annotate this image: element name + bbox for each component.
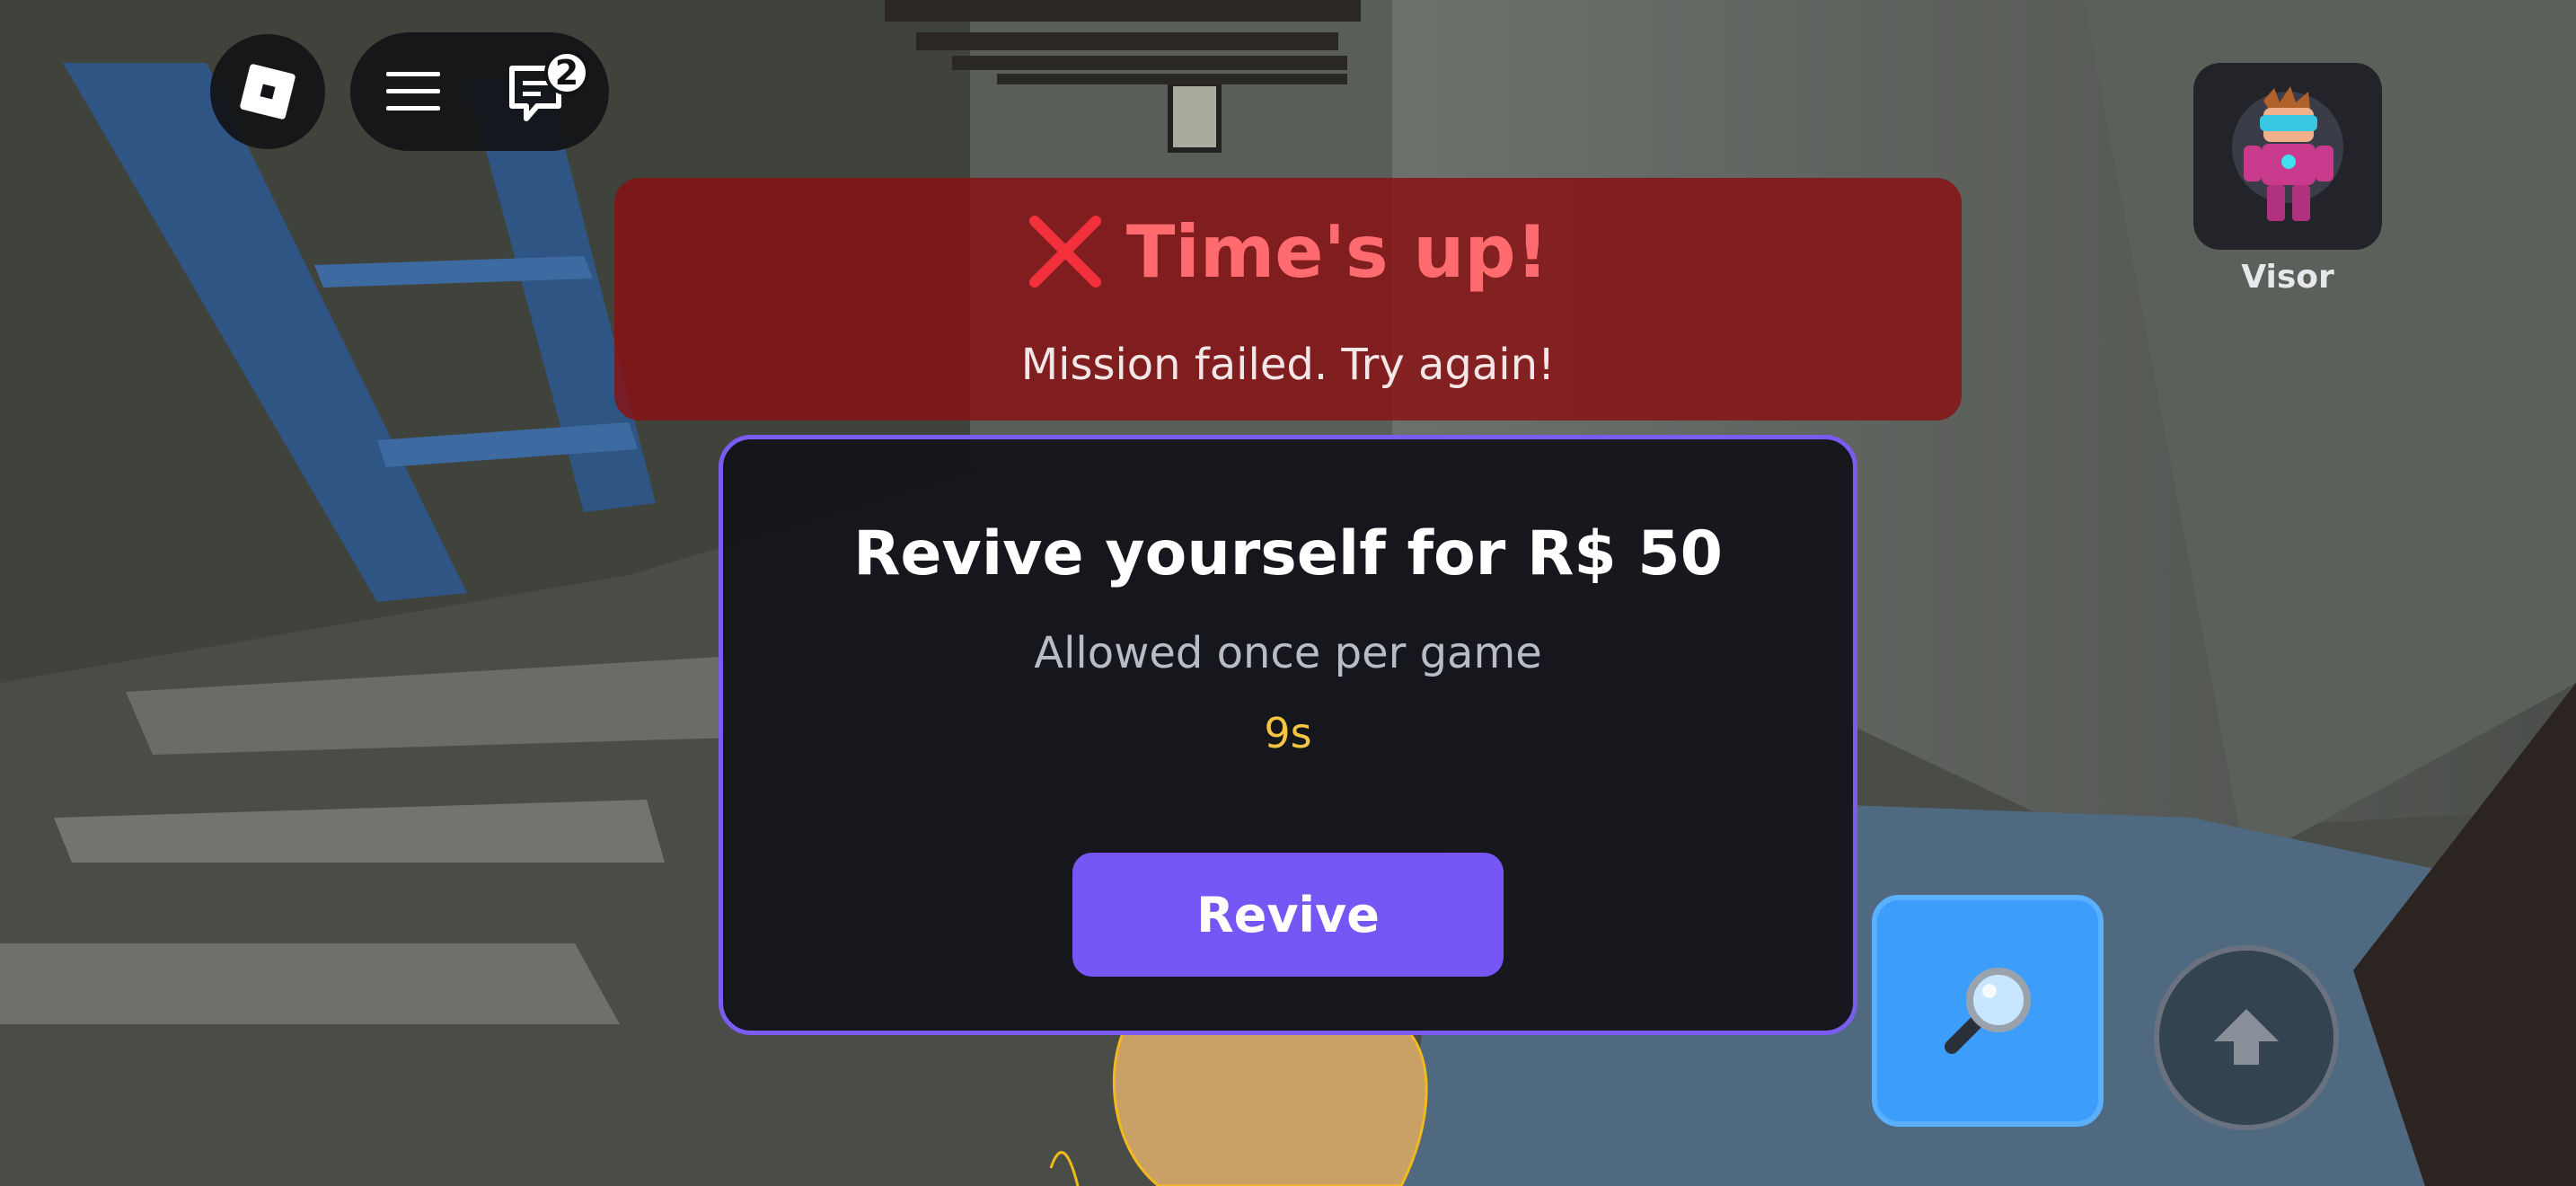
jump-button[interactable] — [2154, 945, 2339, 1130]
x-mark-icon — [1028, 216, 1101, 288]
jump-arrow-icon — [2214, 1009, 2279, 1065]
revive-subtitle: Allowed once per game — [1034, 628, 1542, 678]
menu-button[interactable] — [386, 65, 440, 119]
roblox-menu-button[interactable] — [210, 34, 325, 149]
banner-title-row: Time's up! — [614, 207, 1962, 296]
revive-button[interactable]: Revive — [1072, 853, 1504, 977]
hud-menu-chat-group: 2 — [350, 32, 609, 151]
menu-icon — [386, 72, 440, 111]
avatar-label: Visor — [2241, 259, 2334, 296]
avatar-button[interactable] — [2193, 63, 2382, 250]
banner-subtitle: Mission failed. Try again! — [1020, 340, 1556, 390]
banner-title: Time's up! — [1125, 209, 1549, 294]
times-up-banner: Time's up! Mission failed. Try again! — [614, 178, 1962, 420]
roblox-logo-icon — [240, 64, 296, 119]
avatar-visor-icon — [2232, 86, 2343, 221]
magnifier-icon — [1945, 968, 2031, 1054]
revive-timer: 9s — [1264, 709, 1312, 757]
revive-panel: Revive yourself for R$ 50 Allowed once p… — [719, 435, 1857, 1035]
chat-notification-badge: 2 — [544, 50, 589, 95]
revive-title: Revive yourself for R$ 50 — [853, 518, 1723, 589]
search-button[interactable] — [1872, 895, 2104, 1127]
